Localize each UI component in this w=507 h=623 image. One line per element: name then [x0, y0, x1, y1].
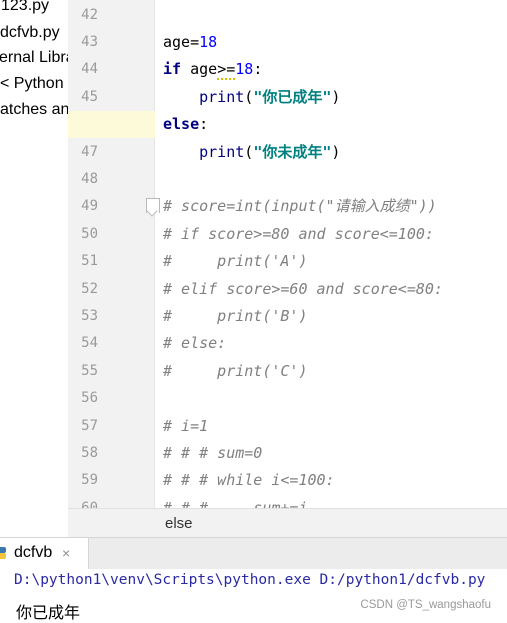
fold-icon[interactable] [146, 198, 160, 213]
tree-item-dcfvb-py[interactable]: dcfvb.py [0, 20, 60, 46]
line-number: 58 [81, 444, 98, 461]
console-output: 你已成年 [16, 605, 81, 622]
line-number: 42 [81, 6, 98, 23]
code-line[interactable]: # i=1 [163, 413, 208, 440]
code-line[interactable]: age=18 [163, 29, 217, 56]
line-number: 45 [81, 88, 98, 105]
run-console: D:\python1\venv\Scripts\python.exe D:/py… [0, 569, 507, 623]
code-line[interactable]: # elif score>=60 and score<=80: [163, 276, 443, 303]
line-number: 56 [81, 390, 98, 407]
code-line[interactable]: else: [163, 111, 208, 138]
run-tab-label: dcfvb [14, 544, 53, 561]
close-icon[interactable]: × [62, 545, 70, 561]
run-tab-bar: dcfvb × [0, 537, 507, 570]
editor-gutter: 42434445464748495051525354555657585960 [68, 0, 155, 508]
line-number: 49 [81, 198, 98, 215]
line-number: 44 [81, 61, 98, 78]
watermark: CSDN @TS_wangshaofu [360, 599, 491, 611]
line-number: 55 [81, 362, 98, 379]
line-number: 52 [81, 280, 98, 297]
line-number: 60 [81, 499, 98, 508]
line-number: 43 [81, 33, 98, 50]
breadcrumb-item[interactable]: else [165, 515, 193, 532]
python-file-icon [0, 547, 6, 559]
code-line[interactable]: # print('A') [163, 248, 308, 275]
code-editor[interactable]: age=18 if age>=18: print("你已成年") else: pri… [155, 0, 507, 508]
code-line[interactable]: # else: [163, 330, 226, 357]
code-line[interactable]: # # # sum=0 [163, 440, 262, 467]
tree-item-python-sdk[interactable]: < Python [0, 71, 64, 97]
line-number: 59 [81, 472, 98, 489]
line-number: 48 [81, 170, 98, 187]
breadcrumb: else [68, 508, 507, 538]
code-line[interactable]: print("你已成年") [163, 84, 340, 111]
line-number: 47 [81, 143, 98, 160]
line-number: 54 [81, 335, 98, 352]
tree-item-scratches[interactable]: atches an [0, 97, 68, 123]
project-tree: 123.py dcfvb.py ernal Libra < Python atc… [0, 0, 68, 537]
code-line[interactable]: # if score>=80 and score<=100: [163, 221, 434, 248]
console-command-line[interactable]: D:\python1\venv\Scripts\python.exe D:/py… [14, 572, 485, 588]
code-line[interactable]: # print('B') [163, 303, 308, 330]
line-number: 50 [81, 225, 98, 242]
code-line[interactable]: # print('C') [163, 358, 308, 385]
code-line[interactable]: # # # sum+=i [163, 495, 308, 508]
code-line[interactable]: # # # while i<=100: [163, 467, 335, 494]
tree-item-external-libraries[interactable]: ernal Libra [0, 45, 68, 71]
code-line[interactable]: if age>=18: [163, 56, 262, 83]
line-number: 53 [81, 307, 98, 324]
code-line[interactable]: print("你未成年") [163, 139, 340, 166]
run-tab-dcfvb[interactable]: dcfvb × [0, 538, 89, 569]
code-line[interactable]: # score=int(input("请输入成绩")) [163, 193, 437, 220]
tree-item-123-py[interactable]: 123.py [1, 0, 49, 19]
line-number: 51 [81, 253, 98, 270]
line-number: 57 [81, 417, 98, 434]
